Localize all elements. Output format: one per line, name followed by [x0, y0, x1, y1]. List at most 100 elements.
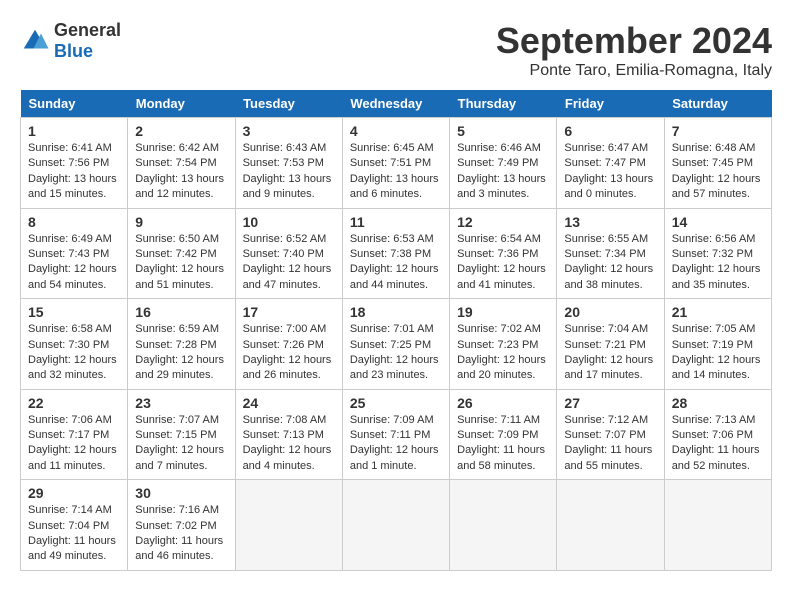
day-number: 29: [28, 485, 120, 501]
day-info: Sunrise: 6:56 AM Sunset: 7:32 PM Dayligh…: [672, 232, 764, 294]
day-cell: 26 Sunrise: 7:11 AM Sunset: 7:09 PM Dayli…: [450, 389, 557, 480]
day-info: Sunrise: 6:49 AM Sunset: 7:43 PM Dayligh…: [28, 232, 120, 294]
day-cell: 14Sunrise: 6:56 AM Sunset: 7:32 PM Dayli…: [664, 208, 771, 299]
title-area: September 2024 Ponte Taro, Emilia-Romagn…: [496, 20, 772, 80]
day-info: Sunrise: 7:13 AM Sunset: 7:06 PM Dayligh…: [672, 413, 764, 475]
day-number: 21: [672, 304, 764, 320]
day-info: Sunrise: 7:00 AM Sunset: 7:26 PM Dayligh…: [243, 322, 335, 384]
day-info: Sunrise: 6:54 AM Sunset: 7:36 PM Dayligh…: [457, 232, 549, 294]
day-cell: 17 Sunrise: 7:00 AM Sunset: 7:26 PM Dayli…: [235, 299, 342, 390]
day-info: Sunrise: 7:06 AM Sunset: 7:17 PM Dayligh…: [28, 413, 120, 475]
day-cell: [450, 480, 557, 571]
day-info: Sunrise: 6:46 AM Sunset: 7:49 PM Dayligh…: [457, 141, 549, 203]
day-number: 27: [564, 395, 656, 411]
header: General Blue September 2024 Ponte Taro, …: [20, 20, 772, 80]
day-info: Sunrise: 7:01 AM Sunset: 7:25 PM Dayligh…: [350, 322, 442, 384]
col-header-wednesday: Wednesday: [342, 90, 449, 118]
day-number: 3: [243, 123, 335, 139]
day-number: 15: [28, 304, 120, 320]
day-cell: 3 Sunrise: 6:43 AM Sunset: 7:53 PM Daylig…: [235, 118, 342, 209]
week-row-3: 15 Sunrise: 6:58 AM Sunset: 7:30 PM Dayli…: [21, 299, 772, 390]
week-row-5: 29 Sunrise: 7:14 AM Sunset: 7:04 PM Dayli…: [21, 480, 772, 571]
col-header-friday: Friday: [557, 90, 664, 118]
col-header-tuesday: Tuesday: [235, 90, 342, 118]
day-cell: 18 Sunrise: 7:01 AM Sunset: 7:25 PM Dayli…: [342, 299, 449, 390]
col-header-thursday: Thursday: [450, 90, 557, 118]
day-info: Sunrise: 6:47 AM Sunset: 7:47 PM Dayligh…: [564, 141, 656, 203]
day-info: Sunrise: 6:43 AM Sunset: 7:53 PM Dayligh…: [243, 141, 335, 203]
day-number: 11: [350, 214, 442, 230]
day-info: Sunrise: 6:50 AM Sunset: 7:42 PM Dayligh…: [135, 232, 227, 294]
day-cell: 16 Sunrise: 6:59 AM Sunset: 7:28 PM Dayli…: [128, 299, 235, 390]
day-number: 18: [350, 304, 442, 320]
day-cell: 29 Sunrise: 7:14 AM Sunset: 7:04 PM Dayli…: [21, 480, 128, 571]
logo-blue-text: Blue: [54, 41, 93, 61]
day-info: Sunrise: 6:53 AM Sunset: 7:38 PM Dayligh…: [350, 232, 442, 294]
day-number: 30: [135, 485, 227, 501]
day-cell: 15 Sunrise: 6:58 AM Sunset: 7:30 PM Dayli…: [21, 299, 128, 390]
day-cell: [342, 480, 449, 571]
day-info: Sunrise: 7:16 AM Sunset: 7:02 PM Dayligh…: [135, 503, 227, 565]
day-info: Sunrise: 7:08 AM Sunset: 7:13 PM Dayligh…: [243, 413, 335, 475]
day-number: 19: [457, 304, 549, 320]
day-cell: 12Sunrise: 6:54 AM Sunset: 7:36 PM Dayli…: [450, 208, 557, 299]
day-number: 6: [564, 123, 656, 139]
day-number: 26: [457, 395, 549, 411]
logo-icon: [20, 26, 50, 56]
day-cell: 9Sunrise: 6:50 AM Sunset: 7:42 PM Daylig…: [128, 208, 235, 299]
day-cell: 28 Sunrise: 7:13 AM Sunset: 7:06 PM Dayli…: [664, 389, 771, 480]
day-number: 13: [564, 214, 656, 230]
day-cell: [235, 480, 342, 571]
day-cell: 5 Sunrise: 6:46 AM Sunset: 7:49 PM Daylig…: [450, 118, 557, 209]
calendar-header-row: SundayMondayTuesdayWednesdayThursdayFrid…: [21, 90, 772, 118]
day-info: Sunrise: 7:14 AM Sunset: 7:04 PM Dayligh…: [28, 503, 120, 565]
day-number: 2: [135, 123, 227, 139]
day-cell: 19 Sunrise: 7:02 AM Sunset: 7:23 PM Dayli…: [450, 299, 557, 390]
day-number: 5: [457, 123, 549, 139]
day-cell: 11 Sunrise: 6:53 AM Sunset: 7:38 PM Dayli…: [342, 208, 449, 299]
week-row-2: 8 Sunrise: 6:49 AM Sunset: 7:43 PM Daylig…: [21, 208, 772, 299]
day-number: 17: [243, 304, 335, 320]
day-number: 28: [672, 395, 764, 411]
day-info: Sunrise: 7:04 AM Sunset: 7:21 PM Dayligh…: [564, 322, 656, 384]
day-info: Sunrise: 6:55 AM Sunset: 7:34 PM Dayligh…: [564, 232, 656, 294]
day-cell: 23 Sunrise: 7:07 AM Sunset: 7:15 PM Dayli…: [128, 389, 235, 480]
col-header-saturday: Saturday: [664, 90, 771, 118]
day-number: 10: [243, 214, 335, 230]
day-number: 1: [28, 123, 120, 139]
day-info: Sunrise: 7:11 AM Sunset: 7:09 PM Dayligh…: [457, 413, 549, 475]
calendar-table: SundayMondayTuesdayWednesdayThursdayFrid…: [20, 90, 772, 571]
day-info: Sunrise: 7:12 AM Sunset: 7:07 PM Dayligh…: [564, 413, 656, 475]
day-info: Sunrise: 6:48 AM Sunset: 7:45 PM Dayligh…: [672, 141, 764, 203]
col-header-sunday: Sunday: [21, 90, 128, 118]
day-cell: 7Sunrise: 6:48 AM Sunset: 7:45 PM Daylig…: [664, 118, 771, 209]
day-info: Sunrise: 7:07 AM Sunset: 7:15 PM Dayligh…: [135, 413, 227, 475]
day-cell: 2 Sunrise: 6:42 AM Sunset: 7:54 PM Daylig…: [128, 118, 235, 209]
week-row-1: 1Sunrise: 6:41 AM Sunset: 7:56 PM Daylig…: [21, 118, 772, 209]
col-header-monday: Monday: [128, 90, 235, 118]
day-cell: [557, 480, 664, 571]
day-cell: 10 Sunrise: 6:52 AM Sunset: 7:40 PM Dayli…: [235, 208, 342, 299]
day-cell: 4 Sunrise: 6:45 AM Sunset: 7:51 PM Daylig…: [342, 118, 449, 209]
day-number: 24: [243, 395, 335, 411]
day-info: Sunrise: 6:59 AM Sunset: 7:28 PM Dayligh…: [135, 322, 227, 384]
day-cell: 24 Sunrise: 7:08 AM Sunset: 7:13 PM Dayli…: [235, 389, 342, 480]
day-number: 23: [135, 395, 227, 411]
logo: General Blue: [20, 20, 121, 62]
location-subtitle: Ponte Taro, Emilia-Romagna, Italy: [496, 62, 772, 80]
day-info: Sunrise: 7:05 AM Sunset: 7:19 PM Dayligh…: [672, 322, 764, 384]
day-info: Sunrise: 6:42 AM Sunset: 7:54 PM Dayligh…: [135, 141, 227, 203]
day-number: 25: [350, 395, 442, 411]
day-info: Sunrise: 6:45 AM Sunset: 7:51 PM Dayligh…: [350, 141, 442, 203]
day-cell: 25Sunrise: 7:09 AM Sunset: 7:11 PM Dayli…: [342, 389, 449, 480]
logo-general-text: General: [54, 20, 121, 40]
day-cell: 22Sunrise: 7:06 AM Sunset: 7:17 PM Dayli…: [21, 389, 128, 480]
day-info: Sunrise: 6:58 AM Sunset: 7:30 PM Dayligh…: [28, 322, 120, 384]
day-cell: [664, 480, 771, 571]
day-info: Sunrise: 7:02 AM Sunset: 7:23 PM Dayligh…: [457, 322, 549, 384]
day-number: 8: [28, 214, 120, 230]
day-info: Sunrise: 6:52 AM Sunset: 7:40 PM Dayligh…: [243, 232, 335, 294]
day-number: 4: [350, 123, 442, 139]
day-number: 16: [135, 304, 227, 320]
month-title: September 2024: [496, 20, 772, 62]
